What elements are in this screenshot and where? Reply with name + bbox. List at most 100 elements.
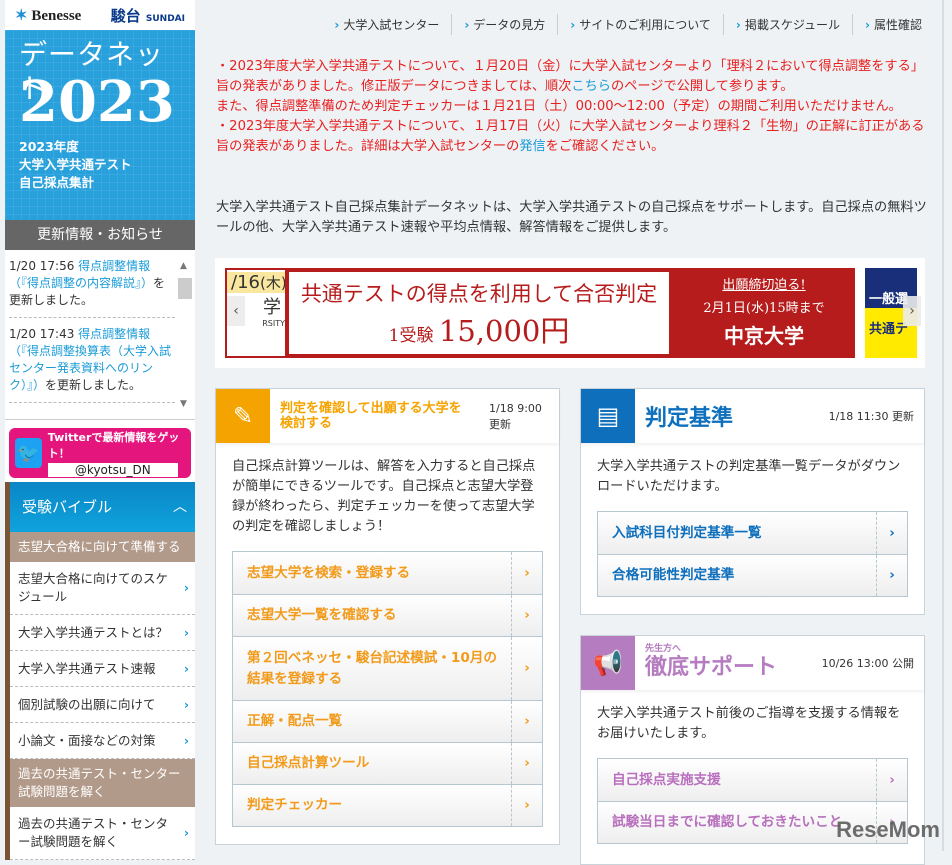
card-judgement: ✎ 判定を確認して出願する大学を検討する 1/18 9:00 更新 自己採点計算ツー… — [215, 388, 560, 845]
link-answers[interactable]: 正解・配点一覧 › — [233, 700, 542, 742]
card-title: 徹底サポート — [645, 655, 778, 680]
card-subtitle: 先生方へ — [645, 644, 682, 654]
card-desc: 大学入学共通テスト前後のご指導を支援する情報をお届けいたします。 — [597, 706, 901, 741]
twitter-banner[interactable]: 🐦 Twitterで最新情報をゲット！ @kyotsu_DN — [9, 428, 191, 478]
bible-item-label: 大学入学共通テストとは？ — [18, 624, 169, 640]
nav-data-guide[interactable]: › データの見方 — [451, 14, 557, 35]
news-item: 1/20 17:56 得点調整情報（『得点調整の内容解説』）を更新しました。 — [9, 258, 175, 318]
link-scoring-tool[interactable]: 自己採点計算ツール › — [233, 742, 542, 784]
chevron-right-icon: › — [876, 555, 907, 596]
chevron-right-icon: › — [511, 552, 542, 594]
card-desc: 自己採点計算ツールは、解答を入力すると自己採点が簡単にできるツールです。自己採点… — [232, 459, 536, 534]
page-scrollbar-track[interactable] — [942, 0, 944, 851]
news-heading: 更新情報・お知らせ — [5, 220, 195, 250]
twitter-bird-icon: 🐦 — [15, 438, 42, 468]
chevron-right-icon: › — [464, 18, 470, 32]
benesse-logo[interactable]: ✶ Benesse — [15, 6, 81, 25]
bible-item[interactable]: 大学入学共通テストとは？ › — [10, 615, 195, 651]
twitter-text: Twitterで最新情報をゲット！ — [47, 431, 180, 460]
link-scoring-support[interactable]: 自己採点実施支援 › — [598, 759, 907, 801]
news-list[interactable]: 1/20 17:56 得点調整情報（『得点調整の内容解説』）を更新しました。 1… — [5, 250, 195, 420]
hero-banner[interactable]: データネット 2023 2023年度 大学入学共通テスト 自己採点集計 — [5, 30, 195, 220]
scroll-up-icon[interactable]: ▲ — [180, 258, 187, 275]
megaphone-icon: 📢 — [581, 636, 635, 690]
link-search-university[interactable]: 志望大学を検索・登録する › — [233, 552, 542, 594]
bible-item-label: 個別試験の出願に向けて — [18, 696, 156, 712]
bible-item[interactable]: 大学入学共通テスト速報 › — [10, 651, 195, 687]
notice-text: ・2023年度大学入学共通テストについて、１月20日（金）に大学入試センターより… — [216, 59, 924, 94]
bible-item-label: 小論文・面接などの対策 — [18, 732, 156, 748]
pencil-icon: ✎ — [216, 389, 270, 443]
news-time: 1/20 17:56 — [9, 259, 75, 273]
nav-usage[interactable]: › サイトのご利用について — [557, 14, 723, 35]
chevron-right-icon: › — [334, 18, 340, 32]
card-date: 10/26 13:00 公開 — [821, 657, 914, 670]
link-label: 合格可能性判定基準 — [612, 567, 735, 583]
ad-university: 中京大学 — [724, 324, 804, 348]
scroll-down-icon[interactable]: ▼ — [180, 396, 187, 413]
link-criteria-pass[interactable]: 合格可能性判定基準 › — [598, 554, 907, 596]
bible-category: 過去の共通テスト・センター試験問題を解く — [10, 759, 195, 807]
link-label: 入試科目付判定基準一覧 — [612, 524, 762, 541]
intro-text: 大学入学共通テスト自己採点集計データネットは、大学入学共通テストの自己採点をサポ… — [216, 200, 927, 235]
ad-carousel: /16(木) 学 RSITY 共通テストの得点を利用して合否判定 1受験 15,000… — [215, 258, 925, 368]
bible-item[interactable]: 過去の共通テスト・センター試験問題を解く › — [10, 807, 195, 860]
link-criteria-subjects[interactable]: 入試科目付判定基準一覧 › — [598, 512, 907, 554]
ad-date: 2月1日(水)15時まで — [703, 301, 825, 316]
chevron-right-icon: › — [183, 660, 189, 676]
hero-title: データネット — [19, 38, 165, 105]
nav-center[interactable]: › 大学入試センター — [322, 14, 451, 35]
ad-price: 15,000円 — [438, 314, 570, 348]
bible-header[interactable]: 受験バイブル ︿ — [10, 482, 195, 532]
bible-menu: 受験バイブル ︿ 志望大合格に向けて準備する 志望大合格に向けてのスケジュール › … — [5, 482, 195, 860]
hero-line: 大学入学共通テスト — [19, 157, 132, 172]
scroll-thumb[interactable] — [178, 278, 192, 299]
bible-item-label: 志望大合格に向けてのスケジュール — [18, 571, 169, 604]
chevron-right-icon: › — [735, 18, 741, 32]
chevron-right-icon: › — [876, 512, 907, 554]
link-label: 自己採点計算ツール — [247, 755, 370, 771]
notice: ・2023年度大学入学共通テストについて、１月20日（金）に大学入試センターより… — [216, 57, 930, 157]
left-sidebar: ✶ Benesse 駿台 SUNDAI データネット 2023 2023年度 大学… — [5, 0, 195, 860]
sundai-logo[interactable]: 駿台 SUNDAI — [111, 5, 185, 26]
link-university-list[interactable]: 志望大学一覧を確認する › — [233, 594, 542, 636]
chevron-right-icon: › — [511, 637, 542, 700]
bible-category: 志望大合格に向けて準備する — [10, 532, 195, 562]
notice-link-source[interactable]: 発信 — [519, 139, 545, 154]
link-register-results[interactable]: 第２回ベネッセ・駿台記述模試・10月の結果を登録する › — [233, 636, 542, 700]
card-title: 判定基準 — [645, 406, 734, 431]
chevron-right-icon: › — [183, 732, 189, 748]
bible-item[interactable]: 志望大合格に向けてのスケジュール › — [10, 562, 195, 615]
card-date: 1/18 9:00 更新 — [489, 402, 542, 431]
ad-deadline: 出願締切迫る! — [722, 278, 806, 293]
ad-slide-chukyo[interactable]: 共通テストの得点を利用して合否判定 1受験 15,000円 出願締切迫る! 2月1日… — [285, 268, 855, 358]
resemom-watermark: ReseMom — [836, 817, 940, 842]
bible-item[interactable]: 個別試験の出願に向けて › — [10, 687, 195, 723]
link-checker[interactable]: 判定チェッカー › — [233, 784, 542, 826]
carousel-prev-button[interactable]: ‹ — [227, 296, 245, 326]
nav-attribute[interactable]: › 属性確認 — [852, 14, 934, 35]
link-label: 試験当日までに確認しておきたいこと — [612, 814, 843, 830]
chevron-right-icon: › — [570, 18, 576, 32]
bible-item-label: 過去の共通テスト・センター試験問題を解く — [18, 816, 169, 849]
nav-label: データの見方 — [473, 18, 546, 32]
link-label: 正解・配点一覧 — [247, 713, 343, 729]
top-nav: › 大学入試センター › データの見方 › サイトのご利用について › 掲載スケジュール… — [322, 14, 934, 35]
chevron-up-icon[interactable]: ︿ — [173, 482, 187, 532]
bible-title: 受験バイブル — [22, 498, 113, 516]
card-desc: 大学入学共通テストの判定基準一覧データがダウンロードいただけます。 — [597, 459, 901, 494]
card-date: 1/18 11:30 更新 — [828, 410, 914, 423]
bible-item[interactable]: 小論文・面接などの対策 › — [10, 723, 195, 759]
chevron-right-icon: › — [183, 825, 189, 840]
news-scrollbar[interactable]: ▲ ▼ — [178, 258, 192, 413]
nav-schedule[interactable]: › 掲載スケジュール — [722, 14, 852, 35]
bible-item-label: 大学入学共通テスト速報 — [18, 660, 156, 676]
notice-link-here[interactable]: こちら — [571, 79, 611, 94]
notice-text: をご確認ください。 — [545, 139, 665, 154]
chevron-right-icon: › — [865, 18, 870, 32]
chevron-right-icon: › — [511, 595, 542, 636]
ad-text: (木) — [259, 274, 287, 292]
carousel-next-button[interactable]: › — [903, 296, 921, 326]
nav-label: 大学入試センター — [343, 18, 440, 32]
link-label: 第２回ベネッセ・駿台記述模試・10月の結果を登録する — [247, 649, 498, 687]
